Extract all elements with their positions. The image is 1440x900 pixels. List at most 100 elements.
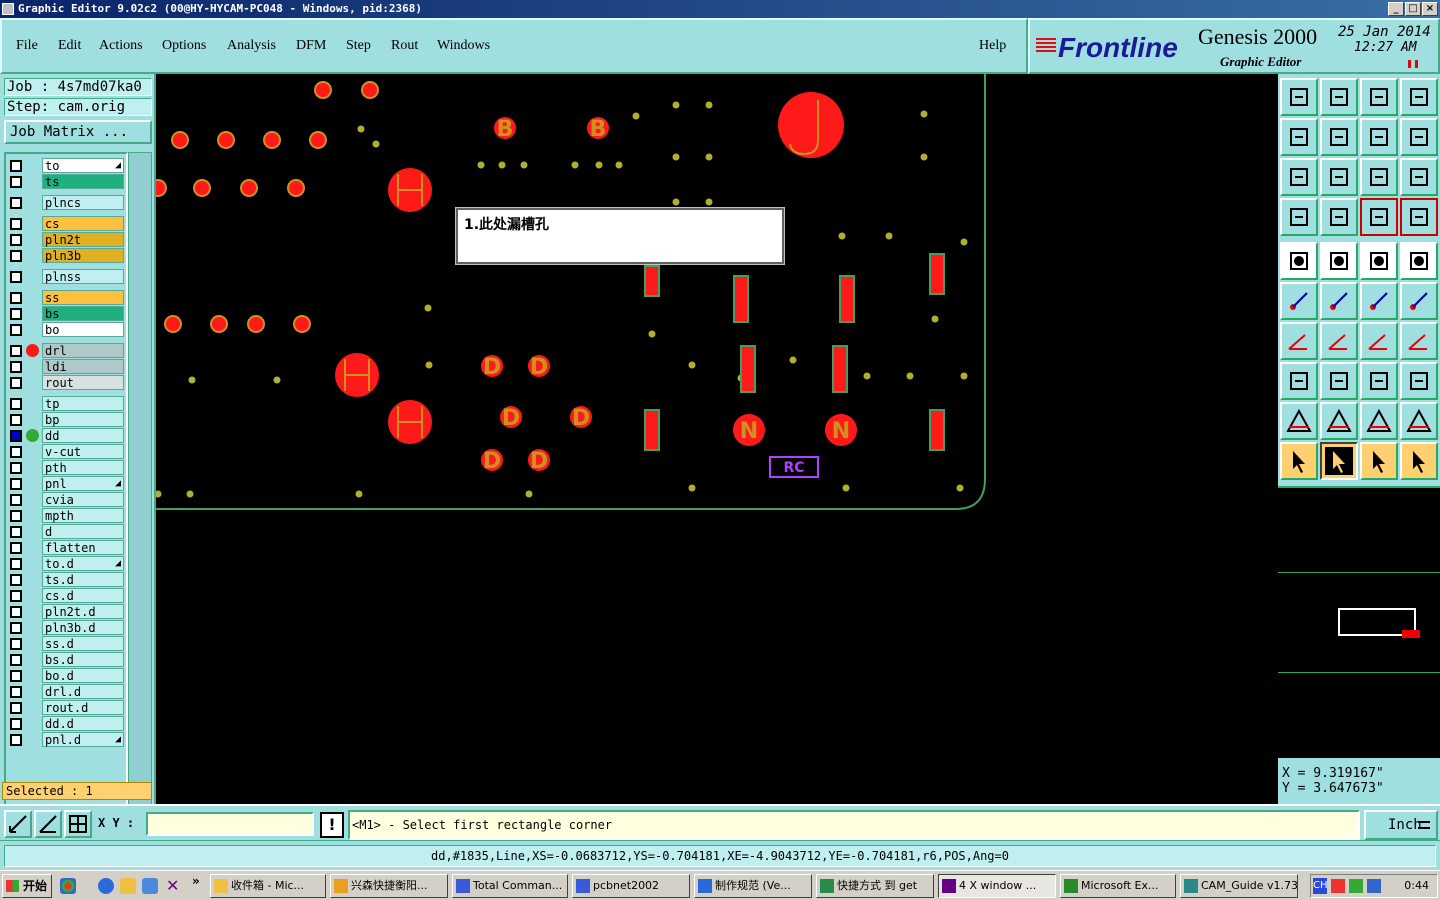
layer-checkbox[interactable] <box>10 686 22 698</box>
layer-row-flatten[interactable]: flatten <box>6 540 126 555</box>
layer-name[interactable]: drl.d <box>42 684 124 699</box>
select-pad-button[interactable] <box>1400 242 1438 280</box>
alert-button[interactable]: ! <box>320 812 344 838</box>
zoom-out-button[interactable] <box>1280 118 1318 156</box>
browser-icon[interactable] <box>142 878 158 894</box>
x-window-icon[interactable]: ✕ <box>166 878 182 894</box>
grid-snap-button[interactable] <box>64 810 92 838</box>
layer-checkbox[interactable] <box>10 702 22 714</box>
menu-options[interactable]: Options <box>162 38 206 54</box>
layer-checkbox[interactable] <box>10 510 22 522</box>
select-net-button[interactable] <box>1400 442 1438 480</box>
group-button[interactable] <box>1400 362 1438 400</box>
taskbar-item[interactable]: CAM_Guide v1.73 <box>1180 874 1298 898</box>
taskbar-item[interactable]: Microsoft Ex... <box>1060 874 1176 898</box>
layer-name[interactable]: bo <box>42 322 124 337</box>
menu-dfm[interactable]: DFM <box>296 38 326 54</box>
layer-row-cvia[interactable]: cvia <box>6 492 126 507</box>
add-surface-button[interactable] <box>1320 242 1358 280</box>
layer-menu-arrow-icon[interactable]: ◢ <box>115 477 121 491</box>
window-split-button[interactable] <box>1400 78 1438 116</box>
layer-name[interactable]: tp <box>42 396 124 411</box>
layer-checkbox[interactable] <box>10 558 22 570</box>
layer-name[interactable]: rout <box>42 375 124 390</box>
move-node-button[interactable] <box>1360 282 1398 320</box>
layer-row-ss.d[interactable]: ss.d <box>6 636 126 651</box>
layer-checkbox[interactable] <box>10 430 22 442</box>
layer-checkbox[interactable] <box>10 478 22 490</box>
layer-name[interactable]: pnl ◢ <box>42 476 124 491</box>
layer-menu-arrow-icon[interactable]: ◢ <box>115 557 121 571</box>
annotation-note[interactable]: 1.此处漏槽孔 <box>456 208 784 264</box>
grid-button[interactable] <box>1320 198 1358 236</box>
mirror-button[interactable] <box>1400 118 1438 156</box>
layer-checkbox[interactable] <box>10 526 22 538</box>
layer-row-pnl[interactable]: pnl ◢ <box>6 476 126 491</box>
ie-icon[interactable] <box>98 878 114 894</box>
menu-rout[interactable]: Rout <box>391 38 418 54</box>
start-button[interactable]: 开始 <box>2 874 52 898</box>
layer-row-ts.d[interactable]: ts.d <box>6 572 126 587</box>
overview-map[interactable] <box>1278 486 1440 758</box>
layer-row-bs.d[interactable]: bs.d <box>6 652 126 667</box>
layer-checkbox[interactable] <box>10 670 22 682</box>
layer-row-pln3b[interactable]: pln3b <box>6 248 126 263</box>
drc-a-button[interactable] <box>1320 402 1358 440</box>
job-matrix-button[interactable]: Job Matrix ... <box>4 120 152 144</box>
fit-profile-button[interactable] <box>1320 158 1358 196</box>
layer-checkbox[interactable] <box>10 638 22 650</box>
layers-toggle-2-button[interactable] <box>1400 198 1438 236</box>
drc-triangle-button[interactable] <box>1280 402 1318 440</box>
layer-row-pnl.d[interactable]: pnl.d ◢ <box>6 732 126 747</box>
snap-pad-button[interactable] <box>1280 362 1318 400</box>
layer-row-pth[interactable]: pth <box>6 460 126 475</box>
layer-checkbox[interactable] <box>10 218 22 230</box>
pointer-button[interactable] <box>1280 442 1318 480</box>
layer-name[interactable]: mpth <box>42 508 124 523</box>
layer-checkbox[interactable] <box>10 398 22 410</box>
drc-a3-button[interactable] <box>1400 402 1438 440</box>
tray-app-icon[interactable] <box>1367 879 1381 893</box>
graphic-canvas[interactable]: BBDDDDDDNN RC 1.此处漏槽孔 <box>149 74 1278 804</box>
layer-checkbox[interactable] <box>10 176 22 188</box>
layer-row-to[interactable]: to ◢ <box>6 158 126 173</box>
tray-app-icon[interactable] <box>1349 879 1363 893</box>
layer-name[interactable]: bs.d <box>42 652 124 667</box>
layer-checkbox[interactable] <box>10 250 22 262</box>
scale-1-2-button[interactable] <box>1360 158 1398 196</box>
taskbar-item[interactable]: pcbnet2002 <box>572 874 690 898</box>
quicklaunch-app-icon[interactable] <box>60 878 76 894</box>
layer-row-dd.d[interactable]: dd.d <box>6 716 126 731</box>
layer-checkbox[interactable] <box>10 271 22 283</box>
select-touch-button[interactable] <box>1360 442 1398 480</box>
layer-checkbox[interactable] <box>10 377 22 389</box>
layer-name[interactable]: cvia <box>42 492 124 507</box>
layer-name[interactable]: ts <box>42 174 124 189</box>
input-method-indicator[interactable]: CH <box>1313 878 1328 894</box>
layer-row-ldi[interactable]: ldi <box>6 359 126 374</box>
taskbar-item[interactable]: 制作规范 (Ve... <box>694 874 812 898</box>
delete-node-button[interactable] <box>1320 282 1358 320</box>
layer-row-bo[interactable]: bo <box>6 322 126 337</box>
split-line-button[interactable] <box>1320 362 1358 400</box>
layer-row-to.d[interactable]: to.d ◢ <box>6 556 126 571</box>
layer-checkbox[interactable] <box>10 654 22 666</box>
layer-checkbox[interactable] <box>10 197 22 209</box>
layer-name[interactable]: pln2t.d <box>42 604 124 619</box>
layer-name[interactable]: pth <box>42 460 124 475</box>
units-selector[interactable]: Inch <box>1364 810 1438 840</box>
layer-row-cs.d[interactable]: cs.d <box>6 588 126 603</box>
layer-checkbox[interactable] <box>10 622 22 634</box>
layer-row-drl.d[interactable]: drl.d <box>6 684 126 699</box>
menu-analysis[interactable]: Analysis <box>227 38 276 54</box>
layer-row-plncs[interactable]: plncs <box>6 195 126 210</box>
layer-row-cs[interactable]: cs <box>6 216 126 231</box>
layer-name[interactable]: plncs <box>42 195 124 210</box>
layer-name[interactable]: v-cut <box>42 444 124 459</box>
layer-checkbox[interactable] <box>10 234 22 246</box>
layer-row-bp[interactable]: bp <box>6 412 126 427</box>
help-button[interactable] <box>1400 158 1438 196</box>
layer-checkbox[interactable] <box>10 361 22 373</box>
taskbar-item[interactable]: 收件箱 - Mic... <box>210 874 326 898</box>
xy-input[interactable] <box>146 812 314 836</box>
